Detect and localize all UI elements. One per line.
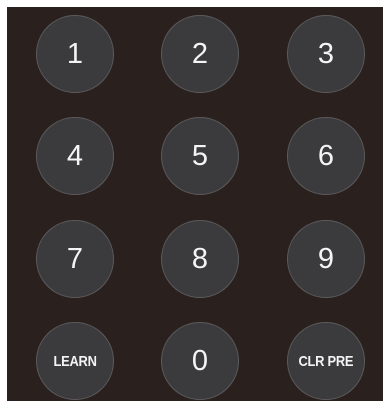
key-9-button[interactable]: 9 <box>287 220 365 298</box>
key-label: CLR PRE <box>298 352 354 370</box>
key-label: 2 <box>191 37 209 70</box>
key-4-button[interactable]: 4 <box>36 117 114 195</box>
key-5-button[interactable]: 5 <box>161 117 239 195</box>
key-3-button[interactable]: 3 <box>287 15 365 93</box>
key-7-button[interactable]: 7 <box>36 220 114 298</box>
key-2-button[interactable]: 2 <box>161 15 239 93</box>
key-label: 3 <box>317 37 335 70</box>
key-label: 1 <box>66 37 84 70</box>
key-label: 8 <box>191 242 209 275</box>
key-label: 5 <box>191 139 209 172</box>
key-label: 6 <box>317 139 335 172</box>
key-8-button[interactable]: 8 <box>161 220 239 298</box>
key-label: 7 <box>66 242 84 275</box>
key-label: 0 <box>191 344 209 377</box>
keypad-panel: 1 2 3 4 5 6 7 8 9 LEARN 0 CLR PRE <box>7 7 383 401</box>
key-6-button[interactable]: 6 <box>287 117 365 195</box>
clear-preset-button[interactable]: CLR PRE <box>287 322 365 400</box>
key-0-button[interactable]: 0 <box>161 322 239 400</box>
learn-button[interactable]: LEARN <box>36 322 114 400</box>
key-1-button[interactable]: 1 <box>36 15 114 93</box>
key-label: 9 <box>317 242 335 275</box>
key-label: 4 <box>66 139 84 172</box>
key-label: LEARN <box>53 352 97 370</box>
